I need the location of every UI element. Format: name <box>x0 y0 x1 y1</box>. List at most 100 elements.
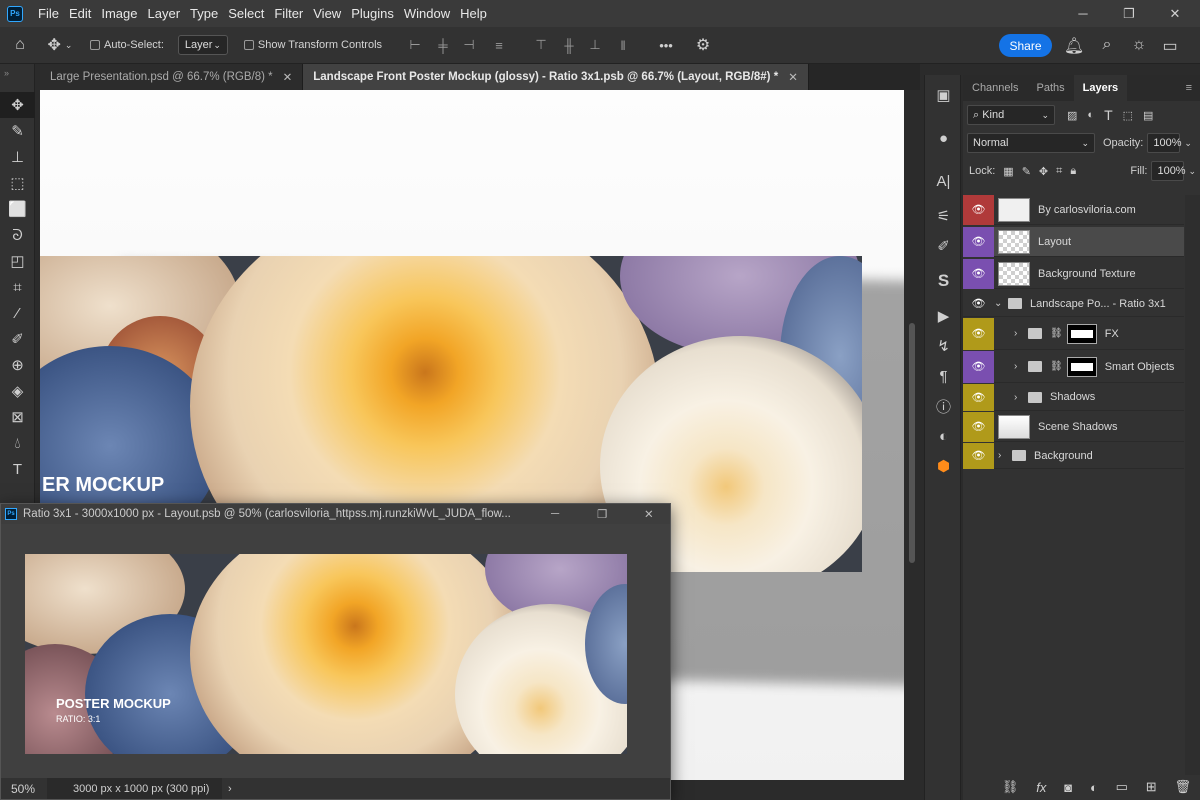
restore-icon[interactable]: ❐ <box>597 507 607 521</box>
adjustment-layer-icon[interactable]: ◐ <box>1090 780 1098 795</box>
move-tool-preset-icon[interactable]: ✥ ⌄ <box>40 35 80 55</box>
panel-menu-icon[interactable]: ≡ <box>1186 82 1200 94</box>
opacity-input[interactable]: 100% <box>1147 133 1182 153</box>
adjustment-filter-icon[interactable]: ◐ <box>1087 109 1094 121</box>
align-right-icon[interactable]: ⊣ <box>456 37 482 53</box>
layer-group-shadows[interactable]: 👁︎ › Shadows <box>963 383 1184 411</box>
adjustments-icon[interactable]: ⚟ <box>925 201 962 231</box>
lock-paint-icon[interactable]: ✎ <box>1022 165 1031 178</box>
more-options-icon[interactable]: ••• <box>646 38 686 53</box>
lock-artboard-icon[interactable]: ⌗ <box>1056 165 1062 178</box>
auto-select-checkbox[interactable]: Auto-Select: <box>90 39 164 51</box>
menu-plugins[interactable]: Plugins <box>346 0 399 27</box>
new-layer-icon[interactable]: ⊞ <box>1146 779 1157 795</box>
floating-window-titlebar[interactable]: Ps Ratio 3x1 - 3000x1000 px - Layout.psb… <box>1 504 670 524</box>
scrollbar-thumb[interactable] <box>909 323 915 563</box>
chevron-right-icon[interactable]: › <box>1014 361 1024 372</box>
tab-landscape-mockup[interactable]: Landscape Front Poster Mockup (glossy) -… <box>303 64 809 90</box>
workspace-icon[interactable]: ▭ <box>1158 36 1182 56</box>
close-icon[interactable]: ✕ <box>644 507 654 521</box>
align-top-icon[interactable]: ⊤ <box>526 37 556 53</box>
paint-bucket-tool-icon[interactable]: ◈ <box>0 378 35 404</box>
eye-icon[interactable]: 👁︎ <box>963 383 994 411</box>
eye-icon[interactable]: 👁︎ <box>963 258 994 289</box>
floating-canvas[interactable]: POSTER MOCKUP RATIO: 3:1 <box>1 524 670 779</box>
layers-scrollbar[interactable] <box>1185 195 1200 775</box>
info-icon[interactable]: ⓘ <box>925 391 962 421</box>
image-panel-icon[interactable]: ▣ <box>925 75 962 115</box>
restore-button[interactable]: ❐ <box>1106 0 1152 27</box>
lasso-tool-icon[interactable]: ᘐ <box>0 222 35 248</box>
stamp-tool-icon[interactable]: ⊥ <box>0 144 35 170</box>
eye-icon[interactable]: 👁︎ <box>963 350 994 383</box>
shape-filter-icon[interactable]: ⬚ <box>1123 109 1133 122</box>
eyedropper-tool-icon[interactable]: ⁄ <box>0 300 35 326</box>
chevron-right-icon[interactable]: › <box>222 783 232 795</box>
menu-window[interactable]: Window <box>399 0 455 27</box>
add-mask-icon[interactable]: ◙ <box>1064 780 1072 795</box>
distribute-icon[interactable]: ≡ <box>482 38 516 53</box>
auto-select-dropdown[interactable]: Layer ⌄ <box>177 35 228 55</box>
layer-scene-shadows[interactable]: 👁︎ Scene Shadows <box>963 411 1184 442</box>
show-transform-checkbox[interactable]: Show Transform Controls <box>243 39 382 51</box>
blur-tool-icon[interactable]: 💧︎ <box>0 430 35 456</box>
minimize-button[interactable]: ─ <box>1060 0 1106 27</box>
layer-by-carlosviloria[interactable]: 👁︎ By carlosviloria.com <box>963 194 1184 225</box>
fill-input[interactable]: 100% <box>1151 161 1186 181</box>
chevron-right-icon[interactable]: › <box>998 450 1008 461</box>
chevron-down-icon[interactable]: ⌄ <box>1188 166 1196 177</box>
menu-select[interactable]: Select <box>223 0 269 27</box>
brush-settings-icon[interactable]: ✐ <box>925 231 962 261</box>
tab-large-presentation[interactable]: Large Presentation.psd @ 66.7% (RGB/8) *… <box>40 64 304 90</box>
vertical-scrollbar[interactable] <box>906 93 918 781</box>
chevron-right-icon[interactable]: › <box>1014 392 1024 403</box>
distribute-vertical-icon[interactable]: ‖ <box>608 38 638 53</box>
menu-view[interactable]: View <box>308 0 346 27</box>
frame-tool-icon[interactable]: ⊠ <box>0 404 35 430</box>
eraser-tool-icon[interactable]: ✎ <box>0 118 35 144</box>
move-tool-icon[interactable]: ✥ <box>0 92 35 118</box>
menu-help[interactable]: Help <box>455 0 492 27</box>
layer-group-background[interactable]: 👁︎ › Background <box>963 442 1184 469</box>
zoom-level[interactable]: 50% <box>1 782 47 796</box>
minimize-icon[interactable]: ─ <box>551 508 559 520</box>
trash-icon[interactable]: 🗑︎ <box>1175 779 1192 795</box>
kind-filter-dropdown[interactable]: ⌕ Kind ⌄ <box>967 105 1055 125</box>
tab-channels[interactable]: Channels <box>963 75 1027 101</box>
collapse-arrows-icon[interactable]: » <box>0 64 34 92</box>
stock-plugin-icon[interactable]: S <box>925 261 962 301</box>
eye-icon[interactable]: 👁︎ <box>963 291 994 317</box>
lightbulb-icon[interactable]: ☼ <box>1129 36 1149 54</box>
eye-icon[interactable]: 👁︎ <box>963 317 994 350</box>
chevron-down-icon[interactable]: ⌄ <box>1184 138 1192 149</box>
eye-icon[interactable]: 👁︎ <box>963 442 994 469</box>
fx-icon[interactable]: fx <box>1036 780 1046 795</box>
play-actions-icon[interactable]: ▶ <box>925 301 962 331</box>
align-bottom-icon[interactable]: ⊥ <box>582 37 608 53</box>
type-filter-icon[interactable]: T <box>1104 107 1113 123</box>
eye-icon[interactable]: 👁︎ <box>963 411 994 442</box>
paragraph-icon[interactable]: ¶ <box>925 361 962 391</box>
lock-position-icon[interactable]: ✥ <box>1039 165 1048 178</box>
new-group-icon[interactable]: ▭ <box>1116 779 1128 795</box>
artboard-tool-icon[interactable]: ⬚ <box>0 170 35 196</box>
menu-layer[interactable]: Layer <box>143 0 186 27</box>
close-button[interactable]: ✕ <box>1152 0 1198 27</box>
gear-icon[interactable]: ⚙ <box>686 35 720 55</box>
type-tool-icon[interactable]: T <box>0 456 35 482</box>
layer-group-landscape[interactable]: 👁︎ ⌄ Landscape Po... - Ratio 3x1 <box>963 291 1184 317</box>
align-center-icon[interactable]: ╪ <box>430 38 456 53</box>
menu-image[interactable]: Image <box>96 0 142 27</box>
cube-plugin-icon[interactable]: ⬢ <box>925 451 962 481</box>
menu-filter[interactable]: Filter <box>269 0 308 27</box>
chevron-down-icon[interactable]: ⌄ <box>994 298 1004 309</box>
share-button[interactable]: Share <box>999 34 1052 57</box>
object-select-tool-icon[interactable]: ◰ <box>0 248 35 274</box>
layer-layout[interactable]: 👁︎ Layout <box>963 226 1184 257</box>
chevron-right-icon[interactable]: › <box>1014 328 1024 339</box>
smart-filter-icon[interactable]: ▤ <box>1143 109 1153 122</box>
brush-tool-icon[interactable]: ✐ <box>0 326 35 352</box>
align-left-icon[interactable]: ⊢ <box>400 37 430 53</box>
close-icon[interactable]: ✕ <box>788 70 798 84</box>
marquee-tool-icon[interactable]: ⬜ <box>0 196 35 222</box>
